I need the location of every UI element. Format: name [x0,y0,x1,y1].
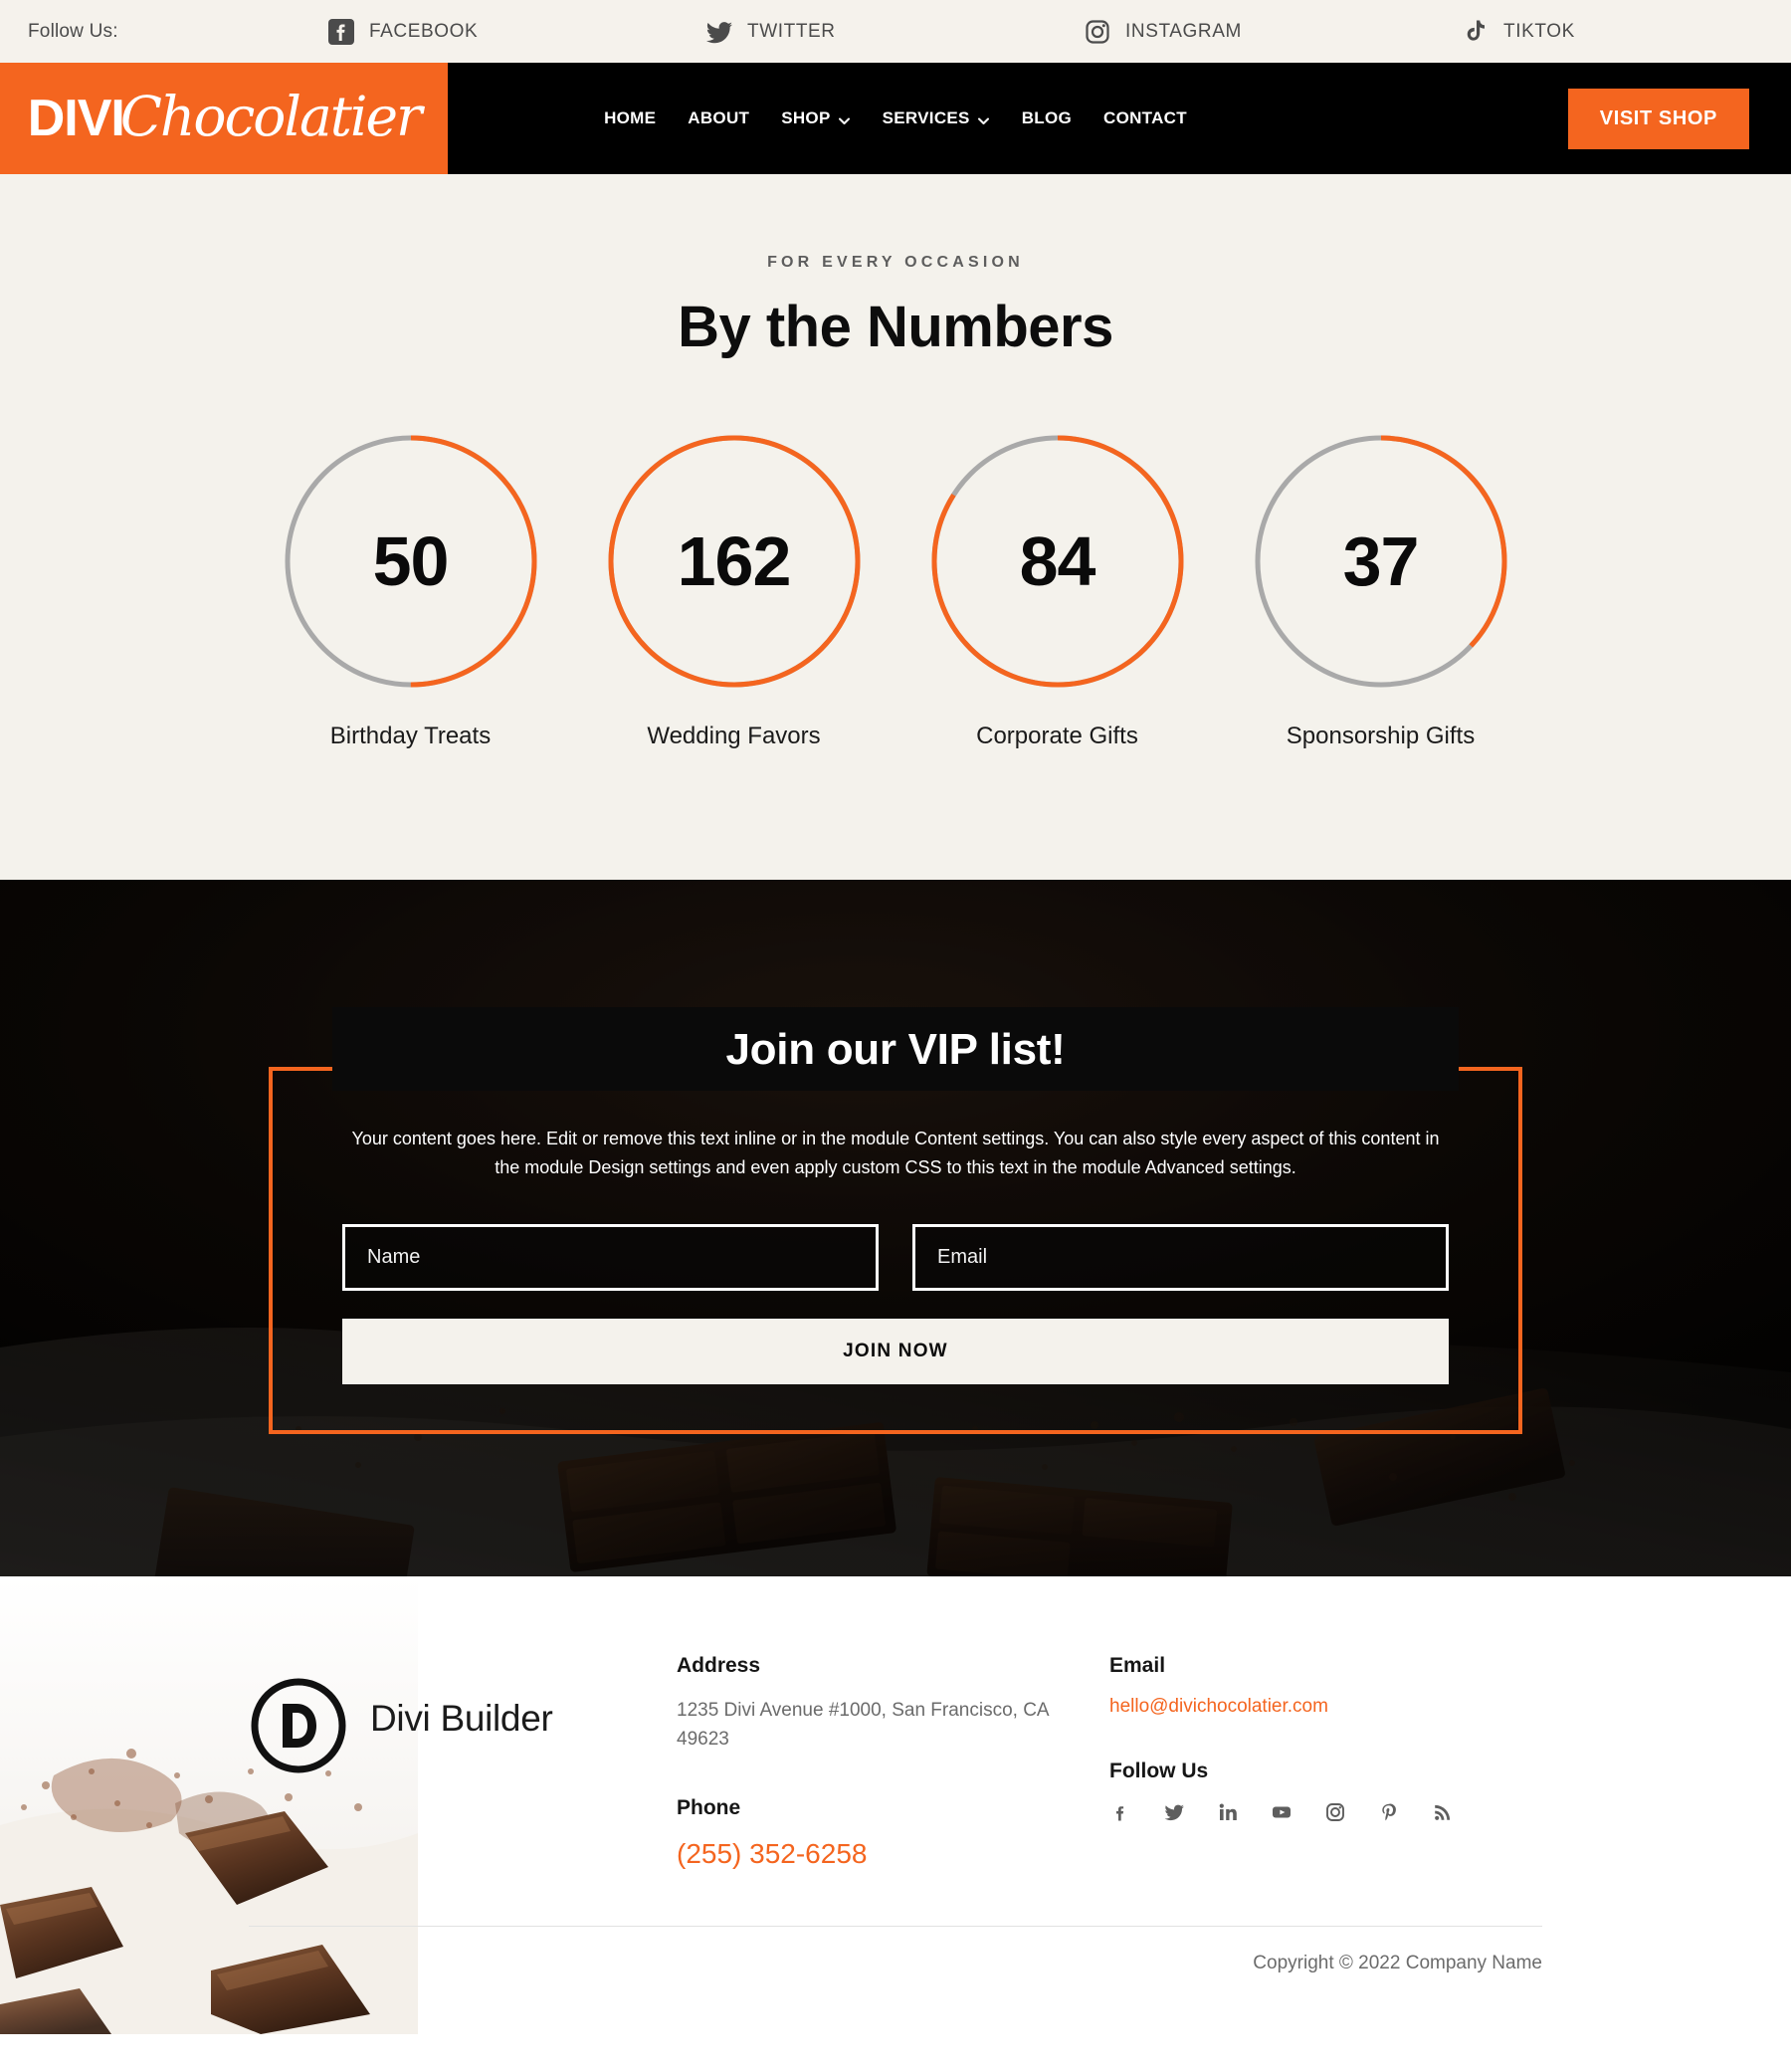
circle-counter-birthday-treats: 50 Birthday Treats [249,432,572,750]
email-link[interactable]: hello@divichocolatier.com [1109,1696,1328,1717]
site-header: DIVI Chocolatier HOME ABOUT SHOP SERVICES… [0,63,1791,174]
top-social-facebook[interactable]: FACEBOOK [326,17,704,47]
footer-column-email: Email hello@divichocolatier.com Follow U… [1109,1654,1542,1870]
twitter-icon [704,17,734,47]
top-social-label: INSTAGRAM [1125,20,1242,42]
follow-us-label: Follow Us: [28,20,118,42]
join-now-button[interactable]: JOIN NOW [342,1319,1449,1385]
counter-label: Wedding Favors [647,723,821,749]
counter-value: 162 [677,522,792,600]
facebook-icon [326,17,356,47]
nav-label: SERVICES [882,108,970,127]
vip-body-copy: Your content goes here. Edit or remove t… [351,1129,1440,1178]
circle-counter-graphic: 37 [1252,432,1510,691]
top-social-label: FACEBOOK [369,20,479,42]
address-text: 1235 Divi Avenue #1000, San Francisco, C… [677,1700,1049,1751]
logo-primary-text: DIVI [27,90,125,147]
top-social-instagram[interactable]: INSTAGRAM [1083,17,1461,47]
counter-label: Birthday Treats [329,723,492,749]
circle-counter-graphic: 162 [605,432,864,691]
instagram-icon [1083,17,1112,47]
vip-frame: Join our VIP list! Your content goes her… [269,1007,1522,1435]
footer-bottom-bar: Copyright © 2022 Company Name [249,1925,1542,2018]
linkedin-icon[interactable] [1217,1801,1239,1823]
counter-value: 84 [1019,522,1096,600]
site-footer: Divi Builder Address 1235 Divi Avenue #1… [0,1576,1791,2034]
nav-item-home[interactable]: HOME [588,108,672,128]
visit-shop-button[interactable]: VISIT SHOP [1567,88,1749,149]
logo-script-text: Chocolatier [119,85,422,148]
site-logo[interactable]: DIVI Chocolatier [0,63,448,174]
phone-link[interactable]: (255) 352-6258 [677,1838,867,1870]
counter-label: Corporate Gifts [976,723,1138,749]
header-cta-area: VISIT SHOP [1343,63,1791,174]
circle-counter-group: 50 Birthday Treats 162 Wedding Favors 84 [249,432,1542,750]
nav-item-blog[interactable]: BLOG [1006,108,1088,128]
instagram-icon[interactable] [1324,1801,1346,1823]
nav-label: CONTACT [1103,108,1187,127]
top-social-bar: Follow Us: FACEBOOK TWITTER INSTAGRAM TI… [0,0,1791,63]
top-social-label: TWITTER [747,20,836,42]
counter-label: Sponsorship Gifts [1286,723,1476,749]
top-social-twitter[interactable]: TWITTER [704,17,1083,47]
nav-label: ABOUT [688,108,750,127]
facebook-icon[interactable] [1109,1801,1131,1823]
tiktok-icon [1461,17,1491,47]
nav-item-contact[interactable]: CONTACT [1088,108,1203,128]
circle-counter-graphic: 84 [928,432,1187,691]
circle-counter-sponsorship-gifts: 37 Sponsorship Gifts [1219,432,1542,750]
vip-form-fields [342,1224,1449,1292]
counter-value: 50 [372,522,450,600]
vip-content: Join our VIP list! Your content goes her… [269,880,1522,1435]
nav-item-services[interactable]: SERVICES [867,108,1006,128]
section-eyebrow: FOR EVERY OCCASION [767,254,1024,271]
copyright-text: Copyright © 2022 Company Name [1253,1952,1542,1973]
pinterest-icon[interactable] [1378,1801,1400,1823]
circle-counter-wedding-favors: 162 Wedding Favors [572,432,896,750]
nav-label: BLOG [1021,108,1072,127]
footer-social-links [1109,1801,1542,1823]
nav-label: SHOP [781,108,831,127]
phone-heading: Phone [677,1795,741,1819]
vip-title-bar: Join our VIP list! [332,1007,1459,1091]
counter-value: 37 [1342,522,1420,600]
footer-brand[interactable]: Divi Builder [249,1654,677,1870]
footer-brand-name: Divi Builder [370,1698,553,1739]
nav-item-shop[interactable]: SHOP [765,108,866,128]
chevron-down-icon [977,112,990,125]
vip-title: Join our VIP list! [725,1025,1066,1074]
footer-columns: Divi Builder Address 1235 Divi Avenue #1… [249,1654,1542,1870]
circle-counter-corporate-gifts: 84 Corporate Gifts [896,432,1219,750]
logo-wordmark: DIVI Chocolatier [27,85,423,148]
page-title: By the Numbers [678,295,1113,359]
nav-item-about[interactable]: ABOUT [672,108,765,128]
circle-counter-graphic: 50 [282,432,540,691]
top-social-label: TIKTOK [1503,20,1575,42]
email-heading: Email [1109,1654,1166,1677]
top-social-links: FACEBOOK TWITTER INSTAGRAM TIKTOK [326,17,1791,47]
vip-optin-section: Join our VIP list! Your content goes her… [0,880,1791,1576]
main-navigation: HOME ABOUT SHOP SERVICES BLOG CONTACT [448,63,1343,174]
name-input[interactable] [342,1224,879,1292]
twitter-icon[interactable] [1163,1801,1185,1823]
youtube-icon[interactable] [1271,1801,1293,1823]
address-heading: Address [677,1654,761,1677]
top-social-tiktok[interactable]: TIKTOK [1461,17,1791,47]
follow-us-heading: Follow Us [1109,1760,1209,1782]
chevron-down-icon [838,112,851,125]
by-the-numbers-section: FOR EVERY OCCASION By the Numbers 50 Bir… [0,174,1791,880]
footer-column-address: Address 1235 Divi Avenue #1000, San Fran… [677,1654,1109,1870]
email-input[interactable] [912,1224,1449,1292]
nav-label: HOME [604,108,657,127]
divi-logo-icon [249,1676,348,1775]
rss-icon[interactable] [1432,1801,1454,1823]
